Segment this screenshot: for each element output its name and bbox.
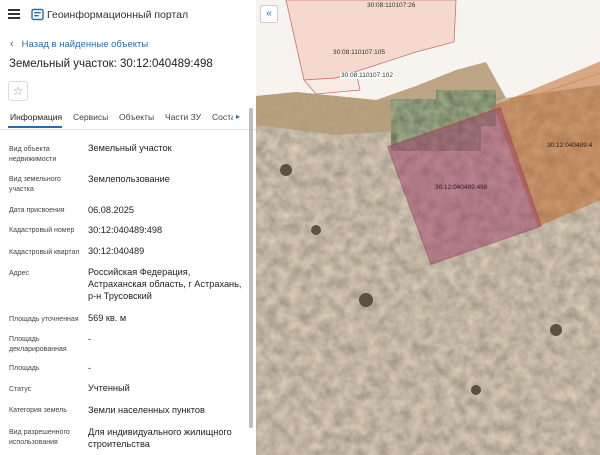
chevron-left-icon: ‹ [10, 38, 14, 50]
active-tab-indicator [8, 126, 62, 128]
field-label-permitted-use: Вид разрешенного использования [9, 429, 70, 446]
field-label-status: Статус [9, 386, 32, 393]
field-value-area-refined: 569 кв. м [88, 313, 127, 323]
star-icon: ☆ [12, 84, 24, 98]
portal-logo-icon [31, 8, 44, 21]
collapse-panel-button[interactable]: « [260, 5, 278, 23]
tabs-scroll-right-icon[interactable]: ▸ [233, 110, 243, 124]
map-view[interactable]: 30:08:110107:26 30:08:110107:105 30:08:1… [256, 0, 600, 455]
field-label-cadastral-number: Кадастровый номер [9, 227, 75, 234]
field-value-address: Российская Федерация, Астраханская облас… [88, 267, 242, 301]
field-label-land-category: Категория земель [9, 407, 67, 414]
back-link-label: Назад в найденные объекты [21, 38, 149, 50]
field-label-area-declared: Площадь декларированная [9, 336, 67, 353]
double-chevron-left-icon: « [266, 8, 272, 19]
field-label-area-refined: Площадь уточненная [9, 316, 79, 323]
parcel-label-102: 30:08:110107:102 [340, 72, 394, 79]
satellite-map-image [256, 0, 600, 455]
tab-information[interactable]: Информация [10, 112, 62, 122]
top-bar: Геоинформационный портал [0, 0, 256, 30]
field-value-land-category: Земли населенных пунктов [88, 405, 205, 415]
field-value-cadastral-quarter: 30:12:040489 [88, 246, 145, 256]
parcel-label-105: 30:08:110107:105 [333, 49, 385, 56]
field-value-parcel-kind: Землепользование [88, 174, 170, 184]
field-value-cadastral-number: 30:12:040489:498 [88, 225, 163, 235]
field-value-area: - [88, 363, 92, 373]
field-value-object-kind: Земельный участок [88, 143, 172, 153]
tab-services[interactable]: Сервисы [73, 112, 108, 122]
field-label-cadastral-quarter: Кадастровый квартал [9, 249, 80, 256]
parcel-label-selected[interactable]: 30:12:040489:498 [435, 184, 487, 191]
field-label-assign-date: Дата присвоения [9, 207, 65, 214]
object-info-panel: Геоинформационный портал ‹ Назад в найде… [0, 0, 256, 455]
field-label-object-kind: Вид объекта недвижимости [9, 146, 57, 163]
tab-objects[interactable]: Объекты [119, 112, 154, 122]
tab-parts[interactable]: Части ЗУ [165, 112, 201, 122]
field-label-address: Адрес [9, 270, 30, 277]
favorite-star-button[interactable]: ☆ [8, 81, 28, 101]
field-value-area-declared: - [88, 334, 92, 344]
parcel-label-right[interactable]: 30:12:040489:4 [547, 142, 592, 149]
portal-title: Геоинформационный портал [47, 9, 189, 21]
back-to-results-link[interactable]: ‹ Назад в найденные объекты [10, 38, 148, 50]
tab-bar: Информация Сервисы Объекты Части ЗУ Сост… [0, 106, 256, 130]
field-label-area: Площадь [9, 365, 40, 372]
panel-scrollbar[interactable] [249, 108, 253, 428]
field-value-assign-date: 06.08.2025 [88, 205, 134, 215]
object-title: Земельный участок: 30:12:040489:498 [9, 58, 213, 70]
field-label-parcel-kind: Вид земельного участка [9, 176, 61, 193]
field-value-permitted-use: Для индивидуального жилищного строительс… [88, 427, 232, 449]
field-value-status: Учтенный [88, 383, 130, 393]
menu-icon[interactable] [8, 9, 20, 19]
parcel-label-top: 30:08:110107:26 [367, 2, 416, 9]
